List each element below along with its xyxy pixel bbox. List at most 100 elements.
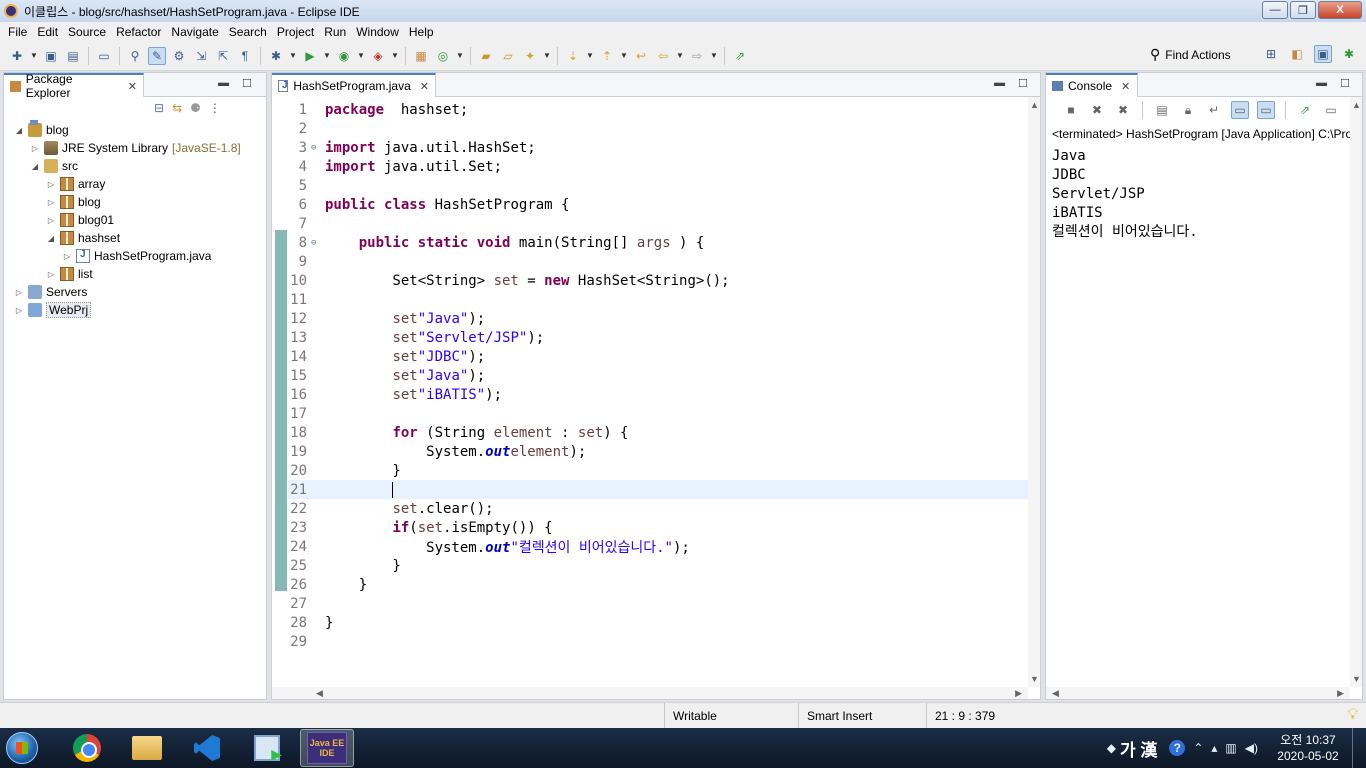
run-dropdown-icon[interactable]: ▼ (323, 47, 331, 65)
taskbar-eclipse[interactable]: Java EE IDE (300, 729, 354, 767)
terminal-icon[interactable]: ▭ (95, 47, 113, 65)
tab-hashsetprogram-java[interactable]: HashSetProgram.java ✕ (272, 73, 436, 97)
new-java-class-icon[interactable]: ◎ (434, 47, 452, 65)
code-line[interactable]: 11 (288, 290, 1028, 309)
console-horizontal-scrollbar[interactable]: ◀ ▶ (1046, 687, 1350, 699)
system-clock[interactable]: 오전 10:37 2020-05-02 (1268, 732, 1348, 764)
show-on-stderr-icon[interactable]: ▭ (1257, 101, 1275, 119)
next-edit-dropdown-icon[interactable]: ▼ (586, 47, 594, 65)
prev-edit-dropdown-icon[interactable]: ▼ (620, 47, 628, 65)
fold-toggle-icon[interactable]: ⊖ (311, 238, 321, 248)
code-line[interactable]: 25 } (288, 556, 1028, 575)
collapsed-twisty-icon[interactable]: ▷ (46, 216, 56, 225)
prev-annotation-icon[interactable]: ⇱ (214, 47, 232, 65)
tree-item[interactable]: ◢ blog (14, 120, 69, 139)
display-console-icon[interactable]: ▭ (1322, 101, 1340, 119)
fold-toggle-icon[interactable]: ⊖ (311, 143, 321, 153)
collapsed-twisty-icon[interactable]: ▷ (62, 252, 72, 261)
scroll-left-icon[interactable]: ◀ (316, 688, 323, 699)
maximize-view-icon[interactable]: ☐ (242, 77, 252, 90)
new-dropdown-icon[interactable]: ▼ (30, 47, 38, 65)
volume-icon[interactable]: ◀︎) (1245, 741, 1258, 755)
code-line[interactable]: 16 set"iBATIS"); (288, 385, 1028, 404)
console-output[interactable]: Java JDBC Servlet/JSP iBATIS 컬렉션이 비어있습니다… (1052, 147, 1198, 242)
code-line[interactable]: 19 System.outelement); (288, 442, 1028, 461)
focus-active-task-icon[interactable]: ⚈ (190, 101, 201, 115)
menu-edit[interactable]: Edit (32, 25, 63, 39)
scroll-up-icon[interactable]: ▲ (1352, 100, 1361, 110)
collapsed-twisty-icon[interactable]: ▷ (14, 306, 24, 315)
code-line[interactable]: 14 set"JDBC"); (288, 347, 1028, 366)
remove-all-terminated-icon[interactable]: ✖ (1114, 101, 1132, 119)
scroll-lock-icon[interactable]: 🔒︎ (1179, 101, 1197, 119)
code-line[interactable]: 20 } (288, 461, 1028, 480)
collapsed-twisty-icon[interactable]: ▷ (46, 180, 56, 189)
code-line[interactable]: 21 (288, 480, 1028, 499)
menu-window[interactable]: Window (351, 25, 404, 39)
close-button[interactable]: X (1318, 1, 1362, 19)
collapse-all-icon[interactable]: ⊟ (154, 101, 164, 115)
code-line[interactable]: 22 set.clear(); (288, 499, 1028, 518)
menu-navigate[interactable]: Navigate (166, 25, 223, 39)
search-dropdown-icon[interactable]: ▼ (543, 47, 551, 65)
maximize-view-icon[interactable]: ☐ (1018, 77, 1028, 90)
code-line[interactable]: 17 (288, 404, 1028, 423)
terminate-icon[interactable]: ■ (1062, 101, 1080, 119)
minimize-view-icon[interactable]: ▬ (994, 77, 1005, 89)
editor-horizontal-scrollbar[interactable]: ◀ ▶ (272, 687, 1028, 699)
forward-dropdown-icon[interactable]: ▼ (710, 47, 718, 65)
debug-perspective-icon[interactable]: ✱ (1340, 45, 1358, 63)
tree-item[interactable]: ▷ Servers (14, 283, 87, 301)
word-wrap-icon[interactable]: ↵ (1205, 101, 1223, 119)
menu-source[interactable]: Source (63, 25, 111, 39)
external-tools-icon[interactable]: ◈ (369, 47, 387, 65)
network-icon[interactable]: ▥ (1225, 741, 1236, 755)
code-line[interactable]: 27 (288, 594, 1028, 613)
open-folder-icon[interactable]: ▰ (477, 47, 495, 65)
menu-project[interactable]: Project (272, 25, 319, 39)
status-cursor-position[interactable]: 21 : 9 : 379 (926, 703, 1056, 729)
clear-console-icon[interactable]: ▤ (1153, 101, 1171, 119)
tree-item[interactable]: ◢ hashset (46, 229, 120, 247)
minimize-button[interactable]: — (1262, 1, 1288, 19)
show-desktop-button[interactable] (1352, 728, 1366, 768)
ime-indicator[interactable]: 가 漢 (1120, 736, 1157, 761)
next-edit-icon[interactable]: ⇣ (564, 47, 582, 65)
tree-item[interactable]: ▷ array (46, 175, 105, 193)
code-line[interactable]: 7 (288, 214, 1028, 233)
menu-refactor[interactable]: Refactor (111, 25, 166, 39)
external-tools-dropdown-icon[interactable]: ▼ (391, 47, 399, 65)
taskbar-chrome[interactable] (60, 729, 114, 767)
last-edit-location-icon[interactable]: ↩ (632, 47, 650, 65)
status-insert-mode[interactable]: Smart Insert (798, 703, 926, 729)
view-menu-icon[interactable]: ⋮ (209, 101, 221, 115)
open-type-icon[interactable]: ⚲ (126, 47, 144, 65)
minimize-view-icon[interactable]: ▬ (1316, 77, 1327, 89)
scroll-down-icon[interactable]: ▼ (1030, 674, 1039, 684)
code-line[interactable]: 8 ⊖ public static void main(String[] args… (288, 233, 1028, 252)
expanded-twisty-icon[interactable]: ◢ (14, 126, 24, 135)
code-line[interactable]: 23 if(set.isEmpty()) { (288, 518, 1028, 537)
taskbar-media-player[interactable] (240, 729, 294, 767)
collapsed-twisty-icon[interactable]: ▷ (46, 270, 56, 279)
close-icon[interactable]: ✕ (1121, 80, 1130, 93)
maximize-view-icon[interactable]: ☐ (1340, 77, 1350, 90)
close-icon[interactable]: ✕ (128, 80, 137, 93)
editor-vertical-scrollbar[interactable]: ▲ ▼ (1028, 97, 1040, 687)
menu-search[interactable]: Search (224, 25, 272, 39)
prev-edit-icon[interactable]: ⇡ (598, 47, 616, 65)
pin-console-icon[interactable]: ⇗ (1296, 101, 1314, 119)
tray-options-icon[interactable]: ⌃ (1193, 741, 1203, 755)
collapsed-twisty-icon[interactable]: ▷ (30, 144, 40, 153)
coverage-dropdown-icon[interactable]: ▼ (357, 47, 365, 65)
start-button[interactable] (0, 728, 44, 768)
remove-launch-icon[interactable]: ✖ (1088, 101, 1106, 119)
run-icon[interactable]: ▶ (301, 47, 319, 65)
toggle-breadcrumb-icon[interactable]: ⚙ (170, 47, 188, 65)
coverage-icon[interactable]: ◉ (335, 47, 353, 65)
search-flashlight-icon[interactable]: ✦ (521, 47, 539, 65)
code-line[interactable]: 24 System.out"컬렉션이 비어있습니다."); (288, 537, 1028, 556)
minimize-view-icon[interactable]: ▬ (218, 77, 229, 89)
tree-item[interactable]: ◢ src (30, 157, 78, 175)
forward-arrow-icon[interactable]: ⇨ (688, 47, 706, 65)
